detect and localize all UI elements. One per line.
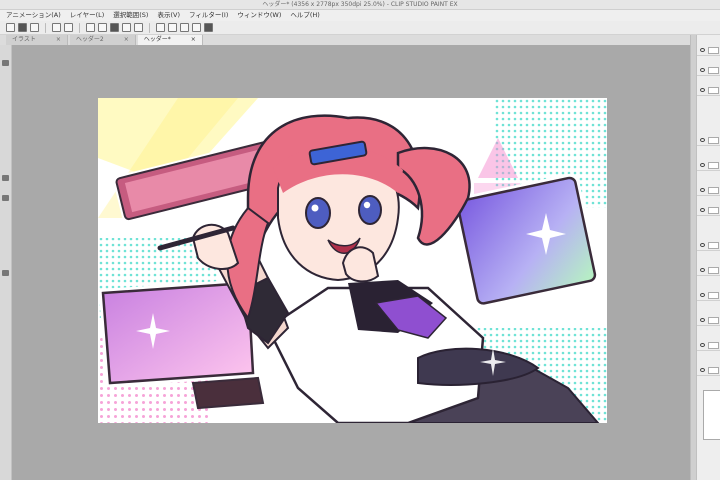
layer-thumbnail bbox=[708, 67, 719, 74]
layer-thumbnail bbox=[708, 267, 719, 274]
toolbar-separator bbox=[79, 22, 80, 33]
layer-thumbnail bbox=[708, 292, 719, 299]
layer-row[interactable] bbox=[697, 240, 720, 251]
eye-icon[interactable] bbox=[700, 343, 705, 347]
eye-icon[interactable] bbox=[700, 163, 705, 167]
select-icon[interactable] bbox=[86, 23, 95, 32]
fill-icon[interactable] bbox=[110, 23, 119, 32]
menu-window[interactable]: ウィンドウ(W) bbox=[237, 10, 281, 21]
ruler-icon[interactable] bbox=[122, 23, 131, 32]
command-bar bbox=[0, 21, 720, 35]
snap-icon[interactable] bbox=[192, 23, 201, 32]
layer-thumbnail bbox=[708, 187, 719, 194]
window-title: ヘッダー* (4356 x 2778px 350dpi 25.0%) - CLI… bbox=[0, 0, 720, 10]
layer-row[interactable] bbox=[697, 205, 720, 216]
save-icon[interactable] bbox=[30, 23, 39, 32]
eye-icon[interactable] bbox=[700, 138, 705, 142]
menu-help[interactable]: ヘルプ(H) bbox=[290, 10, 319, 21]
layer-row[interactable] bbox=[697, 340, 720, 351]
toolbar-separator bbox=[45, 22, 46, 33]
menu-layer[interactable]: レイヤー(L) bbox=[70, 10, 105, 21]
layer-thumbnail bbox=[708, 207, 719, 214]
tool-icon[interactable] bbox=[2, 60, 9, 66]
layer-row[interactable] bbox=[697, 85, 720, 96]
mobile-icon[interactable] bbox=[204, 23, 213, 32]
snap-icon[interactable] bbox=[180, 23, 189, 32]
layer-thumbnail bbox=[708, 162, 719, 169]
eye-icon[interactable] bbox=[700, 208, 705, 212]
menu-bar: アニメーション(A) レイヤー(L) 選択範囲(S) 表示(V) フィルター(I… bbox=[0, 10, 720, 21]
eye-icon[interactable] bbox=[700, 318, 705, 322]
layer-thumbnail bbox=[708, 137, 719, 144]
snap-icon[interactable] bbox=[168, 23, 177, 32]
file-new-icon[interactable] bbox=[6, 23, 15, 32]
layer-row[interactable] bbox=[697, 185, 720, 196]
tool-icon[interactable] bbox=[2, 175, 9, 181]
layer-row[interactable] bbox=[697, 65, 720, 76]
layer-row[interactable] bbox=[697, 290, 720, 301]
eye-icon[interactable] bbox=[700, 368, 705, 372]
layer-thumbnail bbox=[708, 317, 719, 324]
tab-illustration[interactable]: イラスト × bbox=[6, 35, 68, 45]
navigator-thumbnail bbox=[703, 390, 720, 440]
snap-icon[interactable] bbox=[156, 23, 165, 32]
layer-thumbnail bbox=[708, 367, 719, 374]
tab-header-2[interactable]: ヘッダー2 × bbox=[69, 35, 136, 45]
grid-icon[interactable] bbox=[134, 23, 143, 32]
close-icon[interactable]: × bbox=[124, 35, 129, 45]
tab-label: ヘッダー* bbox=[143, 36, 171, 43]
layer-panel bbox=[696, 35, 720, 480]
menu-animation[interactable]: アニメーション(A) bbox=[6, 10, 61, 21]
eye-icon[interactable] bbox=[700, 48, 705, 52]
layer-row[interactable] bbox=[697, 265, 720, 276]
toolbar-separator bbox=[149, 22, 150, 33]
eye-icon[interactable] bbox=[700, 88, 705, 92]
close-icon[interactable]: × bbox=[191, 35, 196, 45]
app-window: ヘッダー* (4356 x 2778px 350dpi 25.0%) - CLI… bbox=[0, 0, 720, 480]
undo-icon[interactable] bbox=[52, 23, 61, 32]
menu-view[interactable]: 表示(V) bbox=[157, 10, 180, 21]
layer-row[interactable] bbox=[697, 365, 720, 376]
tool-palette-strip bbox=[0, 45, 12, 480]
layer-thumbnail bbox=[708, 242, 719, 249]
illustration-artwork bbox=[98, 98, 607, 423]
tab-label: イラスト bbox=[12, 36, 36, 43]
eye-icon[interactable] bbox=[700, 293, 705, 297]
eye-icon[interactable] bbox=[700, 68, 705, 72]
layer-row[interactable] bbox=[697, 315, 720, 326]
eye-icon[interactable] bbox=[700, 188, 705, 192]
canvas[interactable] bbox=[98, 98, 607, 423]
menu-selection[interactable]: 選択範囲(S) bbox=[113, 10, 148, 21]
redo-icon[interactable] bbox=[64, 23, 73, 32]
menu-filter[interactable]: フィルター(I) bbox=[189, 10, 228, 21]
tool-icon[interactable] bbox=[2, 195, 9, 201]
layer-thumbnail bbox=[708, 342, 719, 349]
document-tabs: イラスト × ヘッダー2 × ヘッダー* × bbox=[0, 35, 700, 45]
tab-header-active[interactable]: ヘッダー* × bbox=[137, 35, 203, 45]
eye-icon[interactable] bbox=[700, 243, 705, 247]
eye-icon[interactable] bbox=[700, 268, 705, 272]
tool-icon[interactable] bbox=[2, 270, 9, 276]
layer-row[interactable] bbox=[697, 135, 720, 146]
open-icon[interactable] bbox=[18, 23, 27, 32]
transform-icon[interactable] bbox=[98, 23, 107, 32]
layer-row[interactable] bbox=[697, 160, 720, 171]
tab-label: ヘッダー2 bbox=[75, 36, 104, 43]
layer-thumbnail bbox=[708, 47, 719, 54]
layer-row[interactable] bbox=[697, 45, 720, 56]
layer-thumbnail bbox=[708, 87, 719, 94]
close-icon[interactable]: × bbox=[56, 35, 61, 45]
